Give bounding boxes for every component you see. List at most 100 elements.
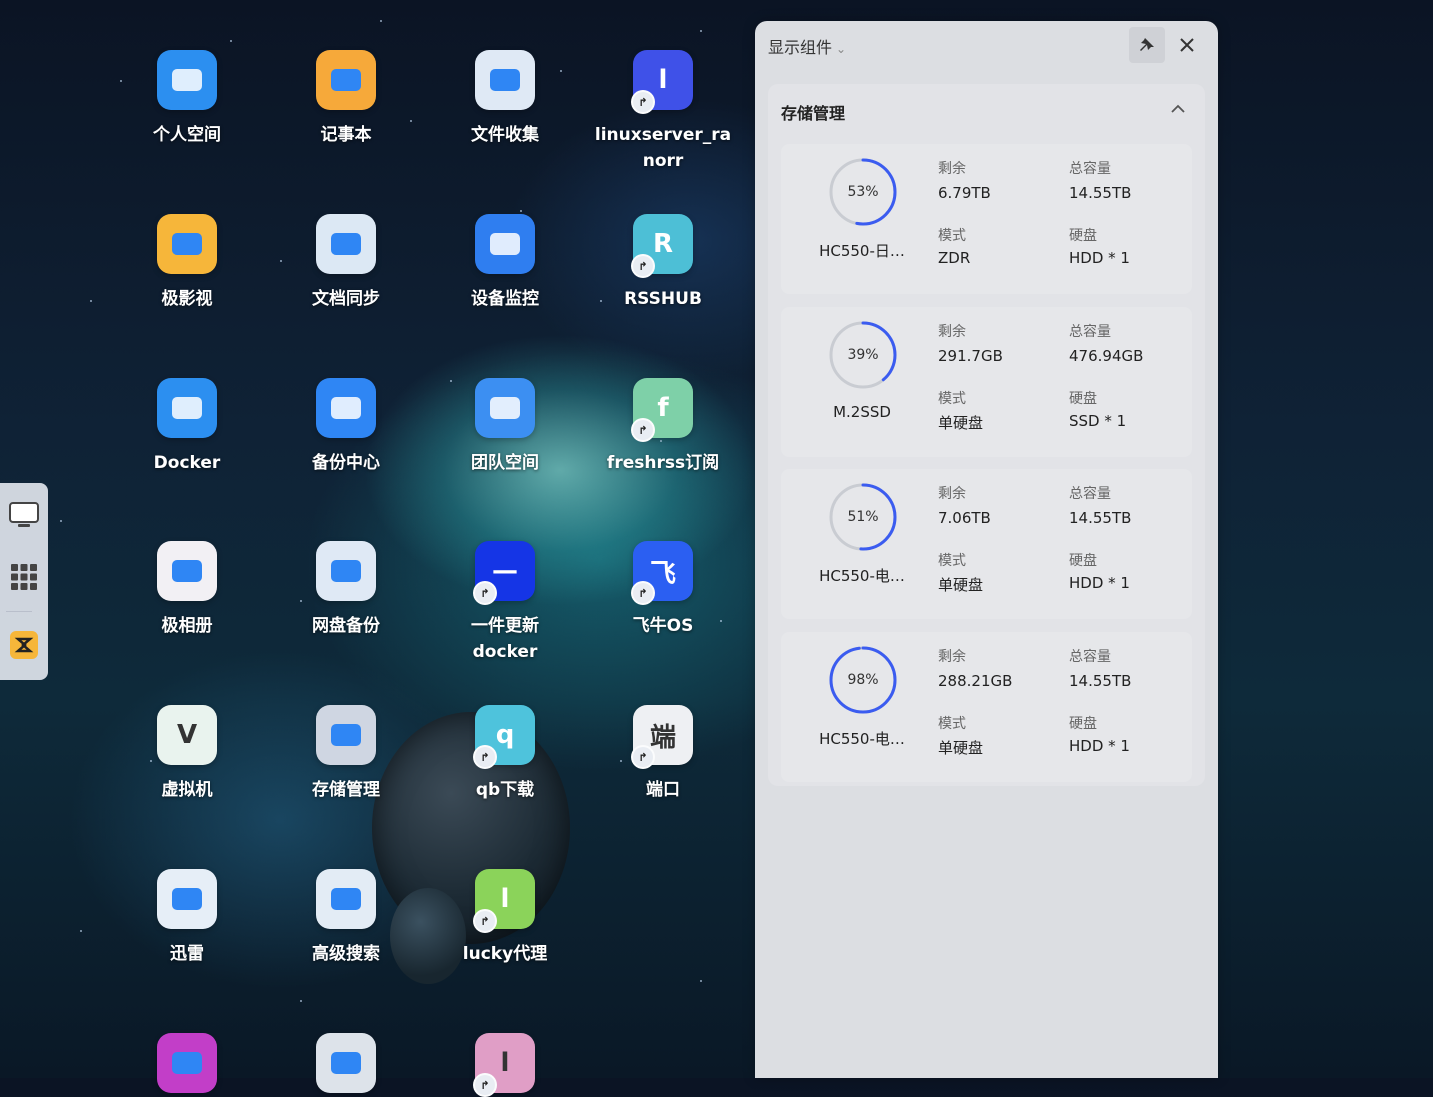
free-label: 剩余 — [938, 161, 966, 177]
app-tile[interactable]: 极影视 — [112, 214, 262, 312]
mode-label: 模式 — [938, 228, 966, 244]
disk-name: HC550-日… — [819, 242, 905, 260]
app-label: Docker — [153, 453, 221, 473]
app-grid-icon[interactable] — [6, 559, 42, 595]
app-tile[interactable]: l ↱ — [430, 1033, 580, 1097]
app-label: 端口 — [646, 780, 680, 800]
app-tile[interactable]: 网盘备份 — [271, 541, 421, 639]
mode-value: 单硬盘 — [938, 414, 984, 432]
app-tile[interactable]: 高级搜索 — [271, 869, 421, 967]
total-value: 14.55TB — [1069, 509, 1132, 527]
disk-card[interactable]: 98% HC550-电… 剩余 288.21GB 总容量 14.55TB 模式 单硬盘 硬盘 HD… — [781, 632, 1192, 782]
app-label: 文件收集 — [471, 125, 539, 145]
music-icon — [157, 1033, 217, 1093]
widget-panel: 显示组件 ⌄ 存储管理 53% HC550-日… 剩余 6.79TB 总容量 14.55TB… — [755, 21, 1218, 1078]
app-label: qb下载 — [475, 780, 535, 800]
mode-value: ZDR — [938, 249, 971, 267]
app-tile[interactable]: 文件收集 — [430, 50, 580, 148]
docker-badge-icon: ↱ — [473, 745, 497, 769]
disk-card[interactable]: 51% HC550-电… 剩余 7.06TB 总容量 14.55TB 模式 单硬盘 硬盘 HDD … — [781, 469, 1192, 619]
app-tile[interactable]: 迅雷 — [112, 869, 262, 967]
vm-icon: V — [157, 705, 217, 765]
app-label: 备份中心 — [312, 453, 380, 473]
app-tile[interactable]: R ↱ RSSHUB — [588, 214, 738, 312]
chevron-up-icon[interactable] — [1169, 100, 1187, 118]
folder-icon — [157, 50, 217, 110]
video-app-dock-icon[interactable] — [6, 627, 42, 663]
disk-label: 硬盘 — [1069, 716, 1097, 732]
app-tile[interactable]: f ↱ freshrss订阅 — [588, 378, 738, 476]
disk-value: SSD * 1 — [1069, 412, 1127, 430]
app-label: 虚拟机 — [161, 780, 213, 800]
disk-name: HC550-电… — [819, 567, 905, 585]
app-label: 高级搜索 — [312, 944, 380, 964]
app-tile[interactable]: 团队空间 — [430, 378, 580, 476]
app-label: 迅雷 — [170, 944, 204, 964]
disk-card[interactable]: 53% HC550-日… 剩余 6.79TB 总容量 14.55TB 模式 ZDR 硬盘 HDD … — [781, 144, 1192, 294]
mode-value: 单硬盘 — [938, 739, 984, 757]
disk-card[interactable]: 39% M.2SSD 剩余 291.7GB 总容量 476.94GB 模式 单硬盘 硬盘 SSD … — [781, 307, 1192, 457]
app-label: RSSHUB — [624, 289, 702, 309]
app-tile[interactable]: 文档同步 — [271, 214, 421, 312]
free-value: 288.21GB — [938, 672, 1013, 690]
total-value: 476.94GB — [1069, 347, 1144, 365]
thunder-icon — [157, 869, 217, 929]
dock-separator — [6, 611, 32, 612]
disk-label: 硬盘 — [1069, 553, 1097, 569]
app-tile[interactable]: V 虚拟机 — [112, 705, 262, 803]
app-label: 存储管理 — [312, 780, 380, 800]
app-tile[interactable] — [271, 1033, 421, 1093]
docker-badge-icon: ↱ — [631, 254, 655, 278]
disk-value: HDD * 1 — [1069, 737, 1130, 755]
mode-label: 模式 — [938, 553, 966, 569]
search-icon — [316, 869, 376, 929]
update-icon: — ↱ — [473, 541, 535, 605]
app-label: 文档同步 — [312, 289, 380, 309]
notepad-icon — [316, 50, 376, 110]
docker-badge-icon: ↱ — [473, 909, 497, 933]
pin-button[interactable] — [1129, 27, 1165, 63]
docker-whale-icon — [157, 378, 217, 438]
close-icon — [1180, 38, 1194, 52]
letter-f-icon: f ↱ — [631, 378, 693, 442]
mode-value: 单硬盘 — [938, 576, 984, 594]
app-tile[interactable]: 飞 ↱ 飞牛OS — [588, 541, 738, 639]
app-label: 极影视 — [161, 289, 213, 309]
total-value: 14.55TB — [1069, 184, 1132, 202]
app-tile[interactable]: 极相册 — [112, 541, 262, 639]
app-label: 一件更新 docker — [471, 616, 539, 662]
app-tile[interactable]: 备份中心 — [271, 378, 421, 476]
docker-badge-icon: ↱ — [473, 581, 497, 605]
desktop-icon[interactable] — [6, 497, 42, 533]
app-tile[interactable]: — ↱ 一件更新 docker — [430, 541, 580, 665]
letter-q-icon: q ↱ — [473, 705, 535, 769]
app-tile[interactable]: 存储管理 — [271, 705, 421, 803]
letter-l-icon: l ↱ — [631, 50, 693, 114]
app-label: 极相册 — [161, 616, 213, 636]
app-tile[interactable]: 记事本 — [271, 50, 421, 148]
docker-badge-icon: ↱ — [631, 418, 655, 442]
app-label: freshrss订阅 — [606, 453, 720, 473]
app-tile[interactable]: 端 ↱ 端口 — [588, 705, 738, 803]
letter-r-icon: R ↱ — [631, 214, 693, 278]
port-icon: 端 ↱ — [631, 705, 693, 769]
app-tile[interactable]: l ↱ lucky代理 — [430, 869, 580, 967]
total-label: 总容量 — [1069, 649, 1111, 665]
app-tile[interactable] — [112, 1033, 262, 1093]
app-label: 个人空间 — [153, 125, 221, 145]
mode-label: 模式 — [938, 716, 966, 732]
app-tile[interactable]: 设备监控 — [430, 214, 580, 312]
fnos-icon: 飞 ↱ — [631, 541, 693, 605]
close-button[interactable] — [1169, 27, 1205, 63]
total-label: 总容量 — [1069, 324, 1111, 340]
widget-selector[interactable]: 显示组件 ⌄ — [768, 34, 846, 58]
docker-badge-icon: ↱ — [631, 90, 655, 114]
letter-l-icon: l ↱ — [473, 1033, 535, 1097]
app-tile[interactable]: 个人空间 — [112, 50, 262, 148]
app-tile[interactable]: q ↱ qb下载 — [430, 705, 580, 803]
app-tile[interactable]: l ↱ linuxserver_ra norr — [588, 50, 738, 174]
app-label: linuxserver_ra norr — [594, 125, 732, 171]
app-tile[interactable]: Docker — [112, 378, 262, 476]
usage-percent: 39% — [847, 347, 879, 363]
usage-percent: 53% — [847, 184, 879, 200]
